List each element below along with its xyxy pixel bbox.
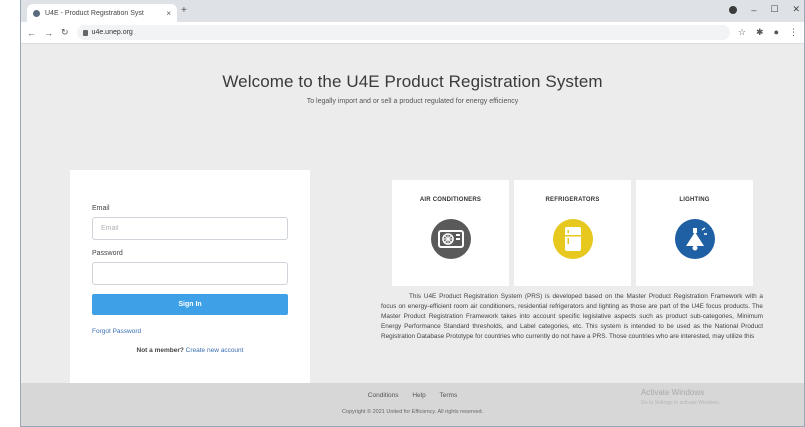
forward-icon[interactable]: → (44, 28, 53, 38)
lock-icon (82, 29, 88, 36)
create-account-link[interactable]: Create new account (186, 347, 244, 354)
extensions-icon[interactable]: ✱ (756, 27, 764, 38)
profile-icon[interactable] (729, 5, 738, 14)
menu-icon[interactable]: ⋮ (789, 27, 798, 38)
window-controls: – ☐ ✕ (729, 4, 800, 15)
email-label: Email (92, 205, 110, 212)
minimize-icon[interactable]: – (751, 5, 756, 15)
member-question: Not a member? (136, 347, 184, 354)
light-bulb-icon (674, 219, 715, 259)
address-url: u4e.unep.org (91, 29, 133, 36)
refrigerator-icon (552, 219, 593, 259)
tab-close-icon[interactable]: × (166, 9, 171, 18)
maximize-icon[interactable]: ☐ (770, 4, 778, 15)
close-window-icon[interactable]: ✕ (792, 4, 800, 15)
forgot-password-link[interactable]: Forgot Password (92, 328, 288, 335)
product-title: REFRIGERATORS (545, 197, 600, 203)
product-card-air-conditioners[interactable]: AIR CONDITIONERS (392, 180, 509, 286)
footer-link-terms[interactable]: Terms (440, 392, 458, 399)
new-tab-button[interactable]: + (181, 5, 187, 16)
toolbar-actions: ☆ ✱ ● ⋮ (738, 27, 798, 38)
activation-watermark: Activate Windows (641, 388, 705, 397)
system-description: This U4E Product Registration System (PR… (381, 293, 763, 340)
page-subtitle: To legally import and or sell a product … (306, 98, 519, 105)
back-icon[interactable]: ← (27, 28, 36, 38)
favicon-icon (33, 9, 40, 17)
account-icon[interactable]: ● (774, 27, 779, 38)
footer-link-help[interactable]: Help (412, 392, 425, 399)
bookmark-star-icon[interactable]: ☆ (738, 27, 746, 38)
activation-watermark-sub: Go to Settings to activate Windows. (641, 400, 720, 406)
air-conditioner-icon (430, 219, 471, 259)
tab-strip: U4E - Product Registration Syst × + – ☐ … (21, 0, 804, 22)
sign-in-button[interactable]: Sign In (92, 294, 288, 315)
address-bar[interactable]: u4e.unep.org (76, 25, 730, 40)
password-field[interactable] (92, 262, 288, 285)
email-field[interactable] (92, 217, 288, 240)
reload-icon[interactable]: ↻ (61, 27, 69, 38)
product-title: AIR CONDITIONERS (419, 197, 482, 203)
page-title: Welcome to the U4E Product Registration … (222, 72, 603, 91)
footer-copyright: Copyright © 2021 United for Efficiency. … (341, 409, 484, 415)
footer-link-conditions[interactable]: Conditions (368, 392, 399, 399)
browser-window: U4E - Product Registration Syst × + – ☐ … (20, 0, 805, 427)
signup-prompt: Not a member? Create new account (92, 347, 288, 354)
product-title: LIGHTING (679, 197, 710, 203)
browser-tab[interactable]: U4E - Product Registration Syst × (27, 4, 177, 22)
page-footer: Conditions Help Terms Copyright © 2021 U… (21, 383, 804, 426)
product-card-lighting[interactable]: LIGHTING (636, 180, 753, 286)
tab-title: U4E - Product Registration Syst (45, 9, 144, 17)
login-card: Email Password Sign In Forgot Password N… (70, 170, 310, 384)
browser-toolbar: ← → ↻ u4e.unep.org ☆ ✱ ● ⋮ (21, 22, 804, 44)
product-card-refrigerators[interactable]: REFRIGERATORS (514, 180, 631, 286)
page-content: Welcome to the U4E Product Registration … (21, 44, 804, 384)
password-label: Password (92, 250, 123, 257)
